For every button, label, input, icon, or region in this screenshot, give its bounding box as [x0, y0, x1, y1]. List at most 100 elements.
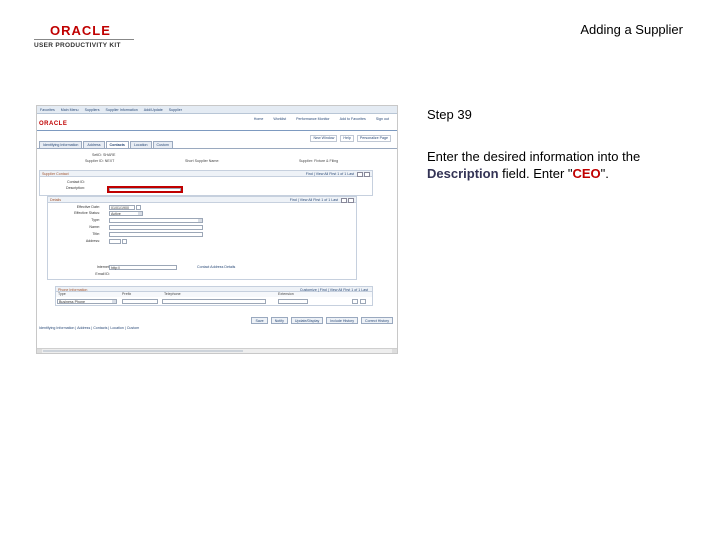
tab-identifying-information[interactable]: Identifying Information: [39, 141, 83, 148]
correct-history-button[interactable]: Correct History: [361, 317, 393, 324]
url-row: Internet:: [82, 265, 112, 270]
breadcrumb-item[interactable]: Suppliers: [85, 108, 100, 113]
telephone-input[interactable]: [162, 299, 266, 304]
contact-address-link[interactable]: Contact Address Details: [197, 265, 235, 270]
type-row: Type:: [72, 218, 102, 223]
step-text-before: Enter the desired information into the: [427, 149, 641, 164]
phone-col-extension: Extension: [278, 292, 294, 296]
title-row: Title:: [72, 232, 102, 237]
delete-phone-row-icon[interactable]: [360, 299, 366, 304]
tab-location[interactable]: Location: [129, 141, 152, 148]
email-row: Email ID:: [82, 272, 112, 277]
row-buttons: [357, 171, 370, 177]
phone-col-telephone: Telephone: [164, 292, 181, 296]
title-input[interactable]: [109, 232, 203, 237]
horizontal-scrollbar[interactable]: [37, 348, 397, 353]
phone-type-select[interactable]: Business Phone: [57, 299, 117, 304]
phone-type-value: Business Phone: [59, 300, 85, 304]
address-label: Address:: [85, 239, 100, 243]
help-link[interactable]: Help: [340, 135, 354, 142]
phone-col-prefix: Prefix: [122, 292, 132, 296]
effective-date-label: Effective Date:: [76, 205, 100, 209]
calendar-icon[interactable]: [136, 205, 141, 210]
name-row: Name:: [72, 225, 102, 230]
personalize-page-link[interactable]: Personalize Page: [356, 135, 391, 142]
performance-monitor-link[interactable]: Performance Monitor: [296, 117, 330, 122]
breadcrumb-item[interactable]: Main Menu: [61, 108, 79, 113]
breadcrumb-item[interactable]: Add/Update: [144, 108, 163, 113]
tab-contacts[interactable]: Contacts: [105, 141, 129, 148]
step-text-after: ".: [600, 166, 609, 181]
breadcrumb: Favorites Main Menu Suppliers Supplier I…: [40, 108, 182, 113]
effective-date-value: 01/01/1900: [111, 206, 129, 210]
breadcrumb-item[interactable]: Supplier Information: [106, 108, 138, 113]
application-screenshot: Favorites Main Menu Suppliers Supplier I…: [36, 105, 398, 354]
supplier-contact-header: Supplier Contact Find | View All First 1…: [40, 171, 372, 177]
setid-text: SetID: SHARE: [92, 153, 116, 157]
name-input[interactable]: [109, 225, 203, 230]
page-links: New Window Help Personalize Page: [310, 135, 391, 142]
supplier-contact-navigation[interactable]: Find | View All First 1 of 1 Last: [306, 172, 354, 177]
scroll-left-icon[interactable]: [37, 349, 42, 353]
supplier-id-text: Supplier ID: NEXT: [85, 159, 115, 163]
save-button[interactable]: Save: [251, 317, 268, 324]
step-instruction: Enter the desired information into the D…: [427, 148, 697, 182]
delete-detail-row-icon[interactable]: [348, 197, 354, 203]
tab-address[interactable]: Address: [83, 141, 105, 148]
page-tabs: Identifying Information Address Contacts…: [39, 141, 173, 148]
supplier-summary: SetID: SHARE Supplier ID: NEXT Short Sup…: [37, 153, 397, 167]
update-display-button[interactable]: Update/Display: [290, 317, 324, 324]
supplier-name-text: Supplier: Fixture & Filing: [299, 159, 339, 163]
add-detail-row-icon[interactable]: [341, 197, 347, 203]
details-row-buttons: [341, 197, 354, 203]
contact-id-label: Contact ID:: [67, 180, 85, 184]
effective-status-select[interactable]: Active: [109, 211, 143, 216]
url-input[interactable]: http://: [109, 265, 177, 270]
phone-row: Business Phone: [55, 297, 373, 306]
effective-status-label: Effective Status:: [74, 211, 100, 215]
extension-input[interactable]: [278, 299, 308, 304]
include-history-button[interactable]: Include History: [326, 317, 359, 324]
breadcrumb-bar: Favorites Main Menu Suppliers Supplier I…: [37, 106, 397, 114]
details-title: Details: [50, 197, 61, 202]
add-row-icon[interactable]: [357, 171, 363, 177]
address-lookup-icon[interactable]: [122, 239, 127, 244]
contact-id-row: Contact ID:: [57, 180, 87, 185]
add-to-favorites-link[interactable]: Add to Favorites: [340, 117, 366, 122]
phone-prefix-input[interactable]: [122, 299, 158, 304]
add-phone-row-icon[interactable]: [352, 299, 358, 304]
step-text-middle: field. Enter ": [498, 166, 573, 181]
app-brand-logo: ORACLE: [39, 121, 68, 127]
sign-out-link[interactable]: Sign out: [376, 117, 389, 122]
scroll-right-icon[interactable]: [392, 349, 397, 353]
breadcrumb-item[interactable]: Favorites: [40, 108, 55, 113]
notify-button[interactable]: Notify: [270, 317, 288, 324]
footer-tab-links[interactable]: Identifying Information | Address | Cont…: [39, 326, 139, 331]
type-label: Type:: [91, 218, 100, 222]
breadcrumb-item[interactable]: Supplier: [169, 108, 182, 113]
delete-row-icon[interactable]: [364, 171, 370, 177]
short-name-text: Short Supplier Name:: [185, 159, 220, 163]
effective-date-input[interactable]: 01/01/1900: [109, 205, 135, 210]
address-input[interactable]: [109, 239, 121, 244]
type-select[interactable]: [109, 218, 203, 223]
home-link[interactable]: Home: [254, 117, 264, 122]
oracle-upk-logo: ORACLE USER PRODUCTIVITY KIT: [34, 24, 134, 49]
description-label: Description:: [66, 186, 85, 190]
logo-brand: ORACLE: [50, 23, 111, 38]
name-label: Name:: [89, 225, 100, 229]
supplier-contact-title: Supplier Contact: [42, 171, 69, 176]
url-label: Internet:: [96, 265, 110, 269]
step-field-name: Description: [427, 166, 499, 181]
details-navigation[interactable]: Find | View All First 1 of 1 Last: [290, 198, 338, 203]
phone-col-type: Type: [58, 292, 66, 296]
step-value: CEO: [572, 166, 601, 181]
scrollbar-thumb[interactable]: [43, 350, 243, 352]
tab-custom[interactable]: Custom: [152, 141, 173, 148]
effective-status-value: Active: [111, 212, 121, 216]
new-window-link[interactable]: New Window: [310, 135, 338, 142]
description-row: Description:: [57, 186, 87, 191]
details-header: Details Find | View All First 1 of 1 Las…: [48, 197, 356, 203]
status-row: Effective Status:: [72, 211, 102, 216]
worklist-link[interactable]: Worklist: [273, 117, 286, 122]
